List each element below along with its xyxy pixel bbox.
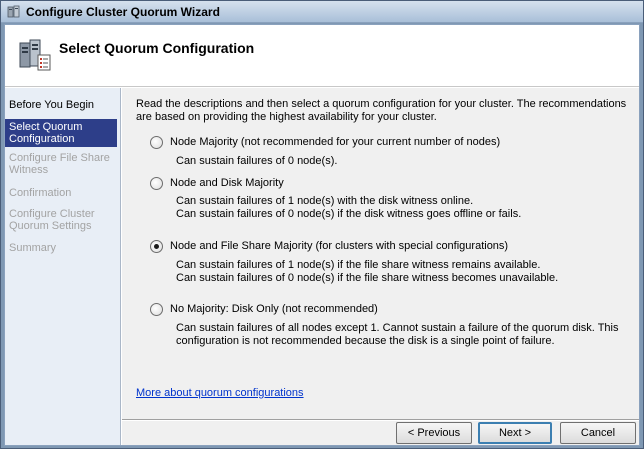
next-button[interactable]: Next > <box>478 422 552 444</box>
window-title: Configure Cluster Quorum Wizard <box>26 5 220 19</box>
radio-no-majority-disk-only[interactable] <box>150 303 163 316</box>
radio-node-and-disk-majority[interactable] <box>150 177 163 190</box>
intro-text: Read the descriptions and then select a … <box>136 98 631 124</box>
option-label[interactable]: Node and Disk Majority <box>170 177 284 190</box>
title-bar[interactable]: Configure Cluster Quorum Wizard <box>1 1 643 23</box>
cancel-button[interactable]: Cancel <box>560 422 636 444</box>
nav-step-select-quorum-configuration[interactable]: Select Quorum Configuration <box>5 119 117 147</box>
nav-step-summary: Summary <box>5 242 118 254</box>
cluster-servers-icon <box>17 37 53 73</box>
wizard-main-panel: Read the descriptions and then select a … <box>122 88 639 445</box>
nav-step-configure-cluster-quorum-settings: Configure Cluster Quorum Settings <box>5 208 105 232</box>
option-description: Can sustain failures of 0 node(s). <box>176 155 337 168</box>
option-label[interactable]: Node Majority (not recommended for your … <box>170 136 500 149</box>
wizard-steps-nav: Before You Begin Select Quorum Configura… <box>5 88 121 445</box>
option-description: configuration is not recommended because… <box>176 335 555 348</box>
wizard-footer: < Previous Next > Cancel <box>122 422 639 445</box>
wizard-header: Select Quorum Configuration <box>5 25 639 87</box>
option-description: Can sustain failures of 0 node(s) if the… <box>176 272 558 285</box>
option-description: Can sustain failures of 1 node(s) with t… <box>176 195 473 208</box>
option-label[interactable]: No Majority: Disk Only (not recommended) <box>170 303 378 316</box>
option-label[interactable]: Node and File Share Majority (for cluste… <box>170 240 508 253</box>
radio-node-and-file-share-majority[interactable] <box>150 240 163 253</box>
previous-button[interactable]: < Previous <box>396 422 472 444</box>
option-description: Can sustain failures of all nodes except… <box>176 322 619 335</box>
wizard-client-area: Select Quorum Configuration Before You B… <box>4 24 640 446</box>
nav-step-configure-file-share-witness: Configure File Share Witness <box>5 152 118 176</box>
footer-separator <box>122 419 639 421</box>
nav-step-before-you-begin[interactable]: Before You Begin <box>5 99 118 111</box>
wizard-window: Configure Cluster Quorum Wizard Select Q… <box>0 0 644 449</box>
option-description: Can sustain failures of 1 node(s) if the… <box>176 259 540 272</box>
radio-node-majority[interactable] <box>150 136 163 149</box>
option-description: Can sustain failures of 0 node(s) if the… <box>176 208 521 221</box>
page-title: Select Quorum Configuration <box>59 40 254 56</box>
cluster-app-icon <box>7 5 22 19</box>
nav-step-confirmation: Confirmation <box>5 187 118 199</box>
more-about-quorum-link[interactable]: More about quorum configurations <box>136 387 304 399</box>
